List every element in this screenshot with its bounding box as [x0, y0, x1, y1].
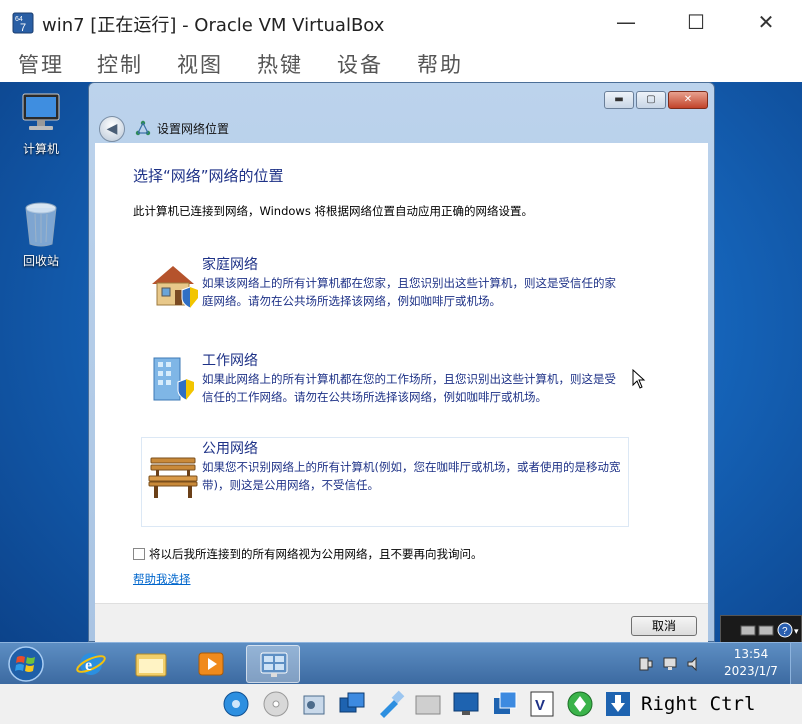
keyboard-icon: ? ▾ — [740, 622, 799, 638]
desktop-icon-recycle-bin[interactable]: 回收站 — [9, 200, 73, 269]
virtualbox-app-icon: 64 7 — [12, 12, 34, 34]
desktop-icon-label: 计算机 — [22, 142, 59, 156]
host-key-label: Right Ctrl — [641, 693, 756, 715]
hard-disk-icon[interactable] — [220, 688, 252, 720]
public-network-icon — [148, 457, 198, 498]
option-description: 如果您不识别网络上的所有计算机(例如，您在咖啡厅或机场，或者使用的是移动宽带)，… — [202, 460, 621, 492]
checkbox-label: 将以后我所连接到的所有网络视为公用网络，且不要再向我询问。 — [149, 547, 483, 561]
guest-taskbar: e 13:54 2023/1/7 — [0, 642, 802, 684]
display-icon[interactable] — [450, 688, 482, 720]
cancel-button[interactable]: 取消 — [631, 616, 697, 636]
menu-help[interactable]: 帮助 — [417, 49, 463, 79]
option-title: 公用网络 — [202, 441, 258, 457]
computer-icon — [22, 93, 60, 130]
dialog-footer: 取消 — [95, 603, 708, 643]
vt-x-icon[interactable]: V — [526, 688, 558, 720]
taskbar-internet-explorer[interactable]: e — [64, 645, 118, 683]
help-me-choose-link[interactable]: 帮助我选择 — [133, 571, 191, 587]
internet-explorer-icon: e — [76, 653, 106, 675]
dialog-description: 此计算机已连接到网络，Windows 将根据网络位置自动应用正确的网络设置。 — [133, 204, 533, 218]
menu-view[interactable]: 视图 — [177, 49, 223, 79]
file-explorer-icon — [135, 653, 167, 677]
tray-icons — [639, 656, 697, 672]
guest-screen[interactable]: 计算机 回收站 ▬ ▢ ✕ ◀ 设置网络位置 选择“网络”网络的位置 此计算机已… — [0, 82, 802, 684]
taskbar-media-player[interactable] — [184, 645, 238, 683]
work-network-icon — [153, 357, 195, 401]
svg-text:e: e — [85, 657, 92, 674]
dialog-minimize-button[interactable]: ▬ — [604, 91, 634, 109]
usb-icon[interactable] — [374, 688, 406, 720]
option-title: 工作网络 — [202, 353, 258, 369]
dialog-heading: 选择“网络”网络的位置 — [133, 167, 284, 185]
network-adapter-icon[interactable] — [336, 688, 368, 720]
set-network-location-dialog: ▬ ▢ ✕ ◀ 设置网络位置 选择“网络”网络的位置 此计算机已连接到网络，Wi… — [88, 82, 715, 643]
svg-text:7: 7 — [20, 22, 26, 34]
option-title: 家庭网络 — [202, 257, 258, 273]
treat-all-public-checkbox[interactable] — [133, 548, 145, 560]
desktop-icon-computer[interactable]: 计算机 — [9, 92, 73, 157]
dialog-maximize-button[interactable]: ▢ — [636, 91, 666, 109]
taskbar-network-settings[interactable] — [246, 645, 300, 683]
shared-folders-icon[interactable] — [412, 688, 444, 720]
option-public-network[interactable]: 公用网络 如果您不识别网络上的所有计算机(例如，您在咖啡厅或机场，或者使用的是移… — [141, 437, 629, 527]
menu-hotkeys[interactable]: 热键 — [257, 49, 303, 79]
dialog-content: 选择“网络”网络的位置 此计算机已连接到网络，Windows 将根据网络位置自动… — [95, 143, 708, 603]
dialog-caption-buttons: ▬ ▢ ✕ — [602, 91, 708, 109]
home-network-icon — [152, 266, 198, 309]
minimize-button[interactable]: — — [606, 8, 646, 36]
taskbar-file-explorer[interactable] — [124, 645, 178, 683]
system-tray — [636, 655, 706, 677]
svg-text:▾: ▾ — [794, 627, 799, 637]
mouse-cursor-icon — [632, 369, 646, 389]
media-player-icon — [198, 652, 224, 676]
back-button[interactable]: ◀ — [99, 116, 125, 142]
menu-control[interactable]: 控制 — [97, 49, 143, 79]
close-button[interactable]: ✕ — [746, 8, 786, 36]
show-desktop-button[interactable] — [790, 643, 802, 684]
audio-icon[interactable] — [298, 688, 330, 720]
dialog-navbar: ◀ 设置网络位置 — [95, 113, 705, 143]
option-work-network[interactable]: 工作网络 如果此网络上的所有计算机都在您的工作场所，且您识别出这些计算机，则这是… — [141, 349, 629, 439]
desktop-icon-label: 回收站 — [22, 254, 59, 268]
window-title: win7 [正在运行] - Oracle VM VirtualBox — [42, 15, 385, 36]
recording-icon[interactable] — [488, 688, 520, 720]
svg-text:V: V — [535, 697, 545, 714]
host-menubar: 管理 控制 视图 热键 设备 帮助 — [0, 44, 802, 82]
svg-text:?: ? — [782, 626, 788, 637]
host-titlebar: 64 7 win7 [正在运行] - Oracle VM VirtualBox … — [0, 0, 802, 44]
recycle-bin-icon — [25, 202, 57, 247]
menu-manage[interactable]: 管理 — [18, 49, 64, 79]
dialog-nav-title: 设置网络位置 — [157, 122, 230, 136]
dialog-close-button[interactable]: ✕ — [668, 91, 708, 109]
optical-drive-icon[interactable] — [260, 688, 292, 720]
language-bar[interactable]: ? ▾ — [720, 615, 802, 643]
menu-devices[interactable]: 设备 — [337, 49, 383, 79]
option-description: 如果此网络上的所有计算机都在您的工作场所，且您识别出这些计算机，则这是受信任的工… — [202, 372, 616, 404]
option-description: 如果该网络上的所有计算机都在您家，且您识别出这些计算机，则这是受信任的家庭网络。… — [202, 276, 616, 308]
clock-time[interactable]: 13:54 — [716, 647, 786, 661]
network-location-icon — [135, 120, 151, 136]
start-button[interactable] — [6, 645, 46, 683]
mouse-integration-icon[interactable] — [602, 688, 634, 720]
back-arrow-icon: ◀ — [106, 121, 118, 137]
treat-all-public-checkbox-row[interactable]: 将以后我所连接到的所有网络视为公用网络，且不要再向我询问。 — [133, 546, 483, 562]
option-home-network[interactable]: 家庭网络 如果该网络上的所有计算机都在您家，且您识别出这些计算机，则这是受信任的… — [141, 253, 629, 343]
maximize-button[interactable]: ☐ — [676, 8, 716, 36]
host-statusbar: V Right Ctrl — [0, 684, 802, 724]
clock-date[interactable]: 2023/1/7 — [716, 664, 786, 678]
guest-additions-icon[interactable] — [564, 688, 596, 720]
network-settings-icon — [260, 652, 288, 677]
